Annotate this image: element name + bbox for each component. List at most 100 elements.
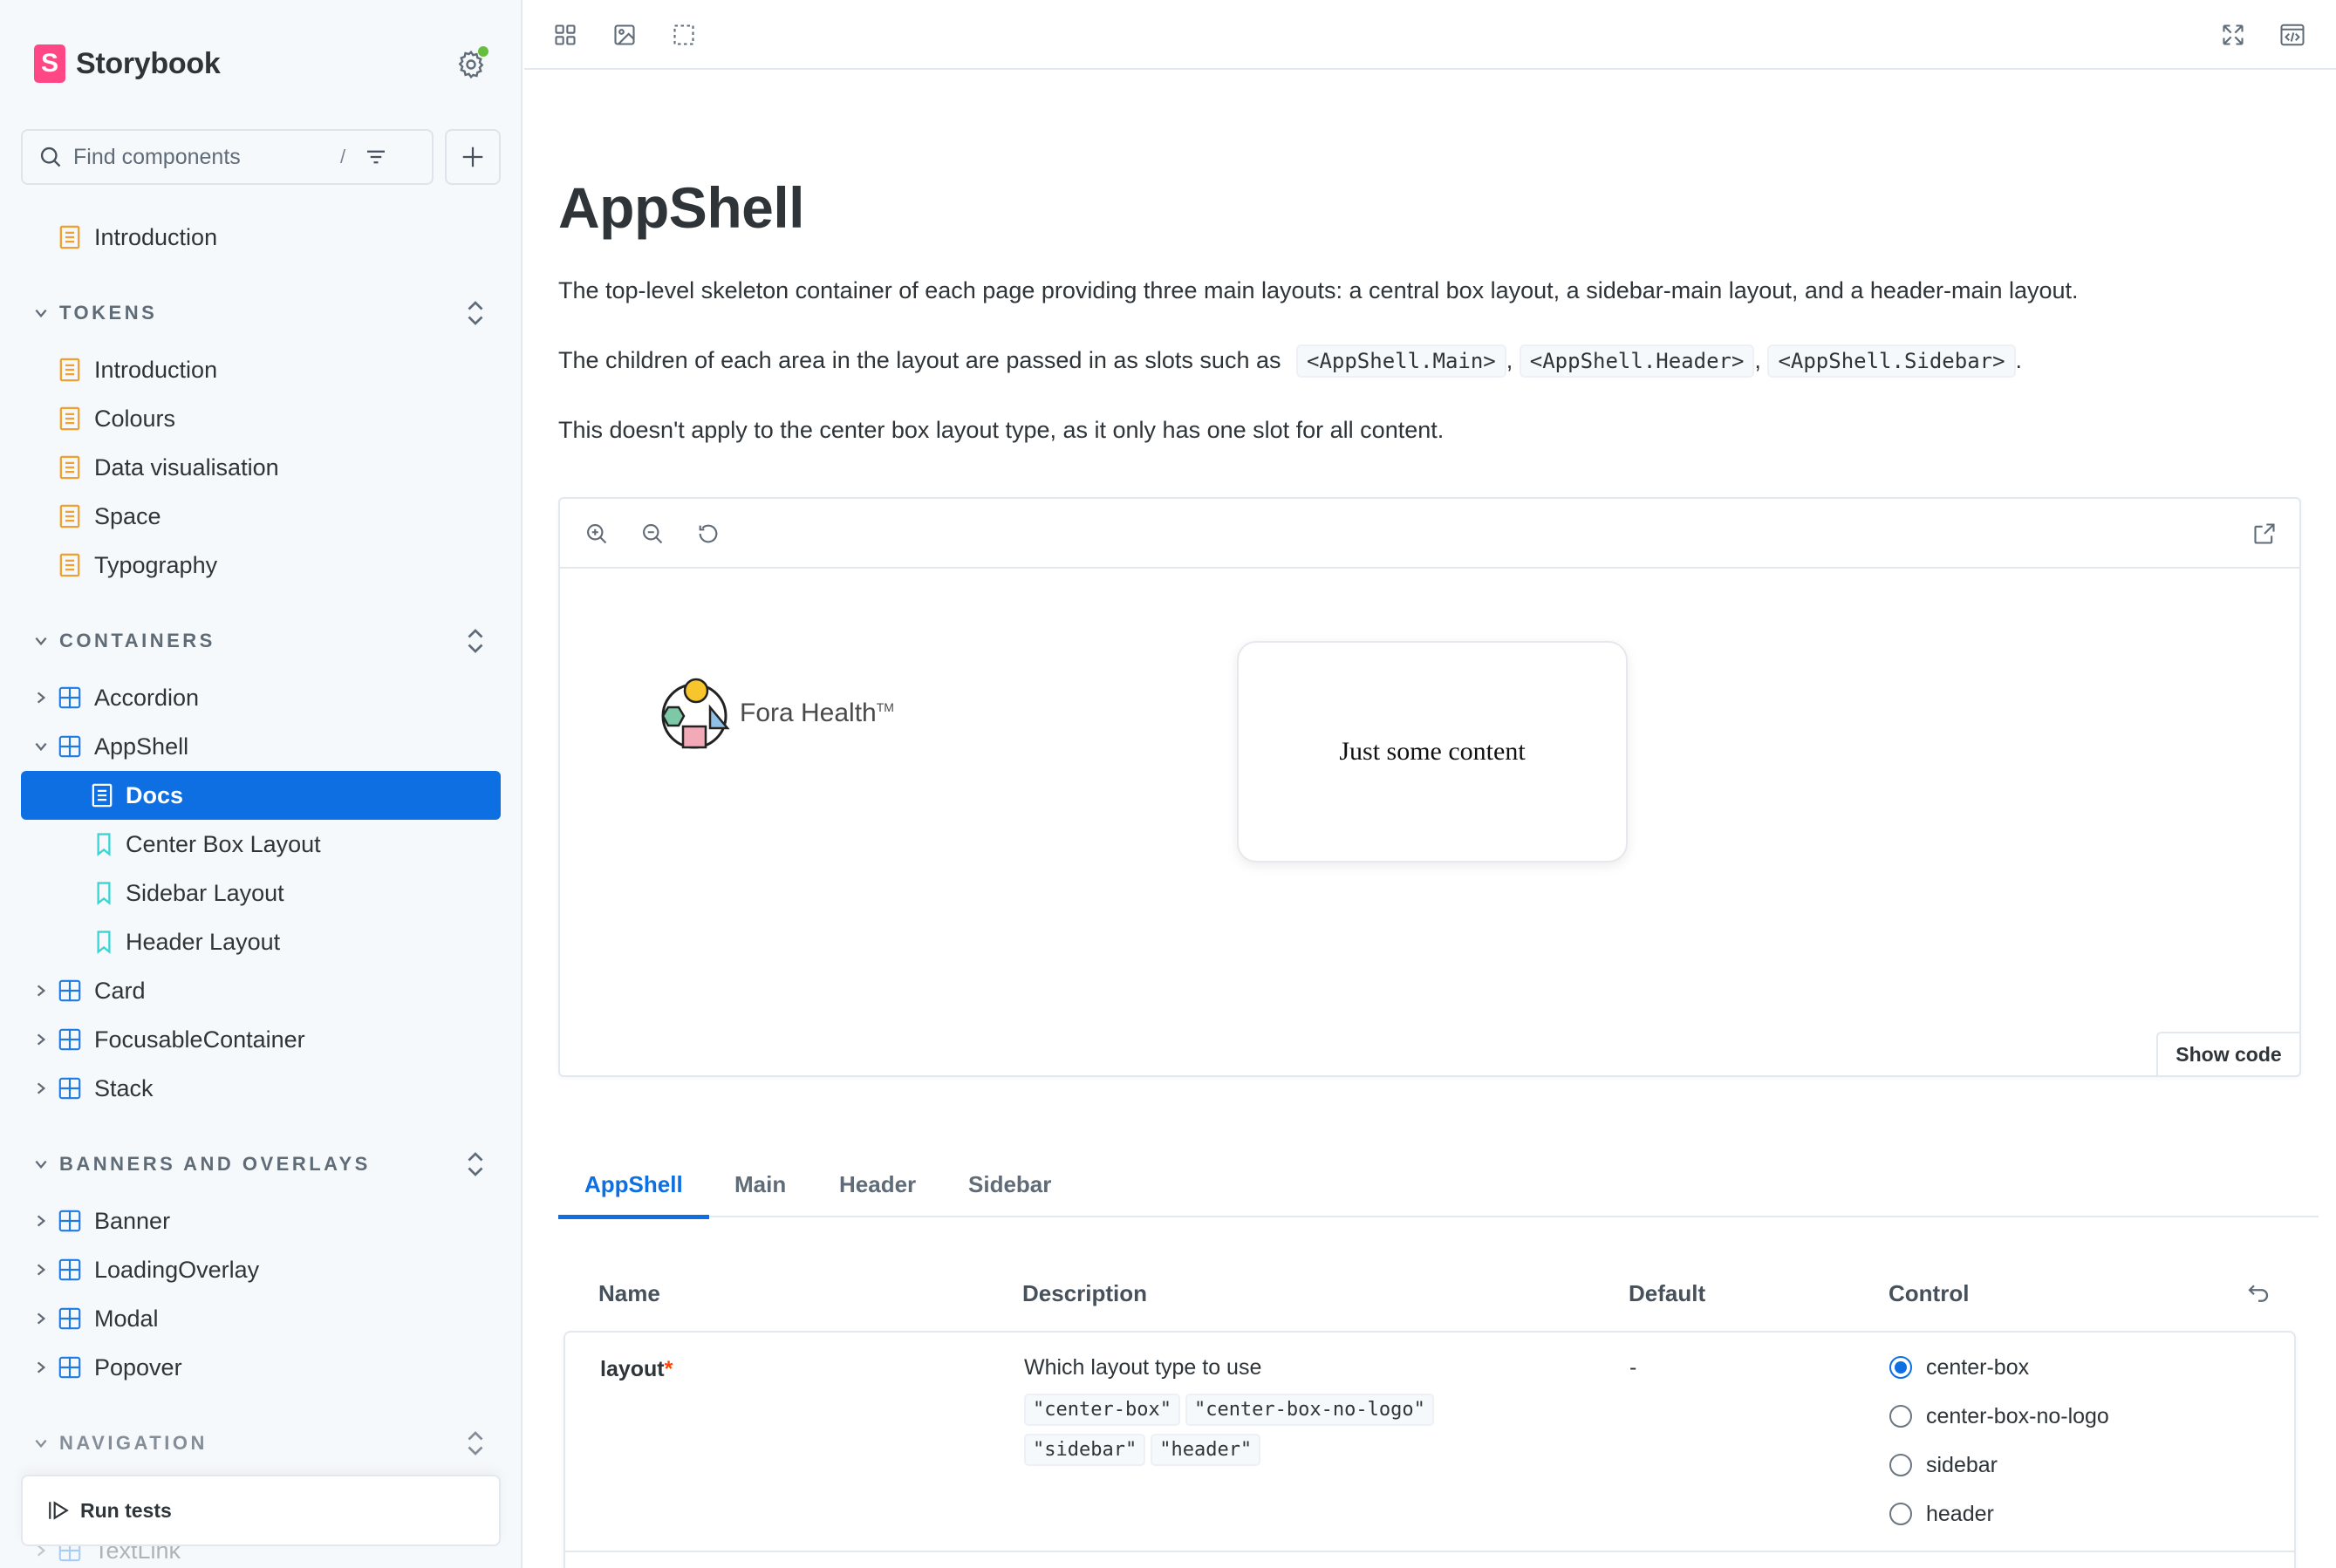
radio-center-box-no-logo[interactable]: center-box-no-logo bbox=[1889, 1399, 2109, 1434]
tab-sidebar[interactable]: Sidebar bbox=[968, 1151, 1051, 1217]
section-navigation[interactable]: NAVIGATION bbox=[21, 1421, 501, 1465]
expand-collapse-icon[interactable] bbox=[464, 1428, 487, 1459]
sidebar-item-introduction[interactable]: Introduction bbox=[21, 213, 501, 262]
sidebar-item-modal[interactable]: Modal bbox=[21, 1294, 501, 1343]
sidebar-item-label: FocusableContainer bbox=[94, 1026, 305, 1053]
sidebar-item-data-visualisation[interactable]: Data visualisation bbox=[21, 443, 501, 492]
separator: . bbox=[2015, 347, 2023, 373]
chevron-down-icon bbox=[35, 742, 47, 752]
chevron-down-icon bbox=[35, 1439, 47, 1449]
section-tokens[interactable]: TOKENS bbox=[21, 291, 501, 335]
sidebar-item-label: Banner bbox=[94, 1207, 171, 1234]
fora-health-logo: Fora HealthTM bbox=[654, 678, 894, 749]
page-title: AppShell bbox=[558, 175, 805, 240]
open-new-tab-button[interactable] bbox=[2247, 516, 2282, 551]
radio-button-checked[interactable] bbox=[1889, 1356, 1912, 1379]
sidebar-item-label: Popover bbox=[94, 1353, 182, 1381]
sidebar-item-tokens-introduction[interactable]: Introduction bbox=[21, 345, 501, 394]
radio-sidebar[interactable]: sidebar bbox=[1889, 1448, 1998, 1483]
radio-button[interactable] bbox=[1889, 1454, 1912, 1476]
slots-text: The children of each area in the layout … bbox=[558, 347, 1281, 373]
reset-zoom-button[interactable] bbox=[691, 516, 726, 551]
zoom-in-button[interactable] bbox=[579, 516, 614, 551]
search-box[interactable]: / bbox=[21, 129, 434, 185]
fullscreen-button[interactable] bbox=[2216, 17, 2251, 52]
sidebar-item-label: Sidebar Layout bbox=[126, 879, 284, 906]
sidebar-item-center-box-layout[interactable]: Center Box Layout bbox=[21, 820, 501, 869]
filter-icon[interactable] bbox=[363, 144, 389, 170]
zoom-out-icon bbox=[643, 524, 663, 544]
sidebar-item-accordion[interactable]: Accordion bbox=[21, 673, 501, 722]
sidebar-item-loadingoverlay[interactable]: LoadingOverlay bbox=[21, 1245, 501, 1294]
open-code-button[interactable] bbox=[2275, 17, 2310, 52]
note-paragraph: This doesn't apply to the center box lay… bbox=[558, 417, 1445, 443]
section-banners-and-overlays[interactable]: BANNERS AND OVERLAYS bbox=[21, 1142, 501, 1186]
row-divider bbox=[565, 1551, 2294, 1552]
radio-button[interactable] bbox=[1889, 1503, 1912, 1525]
sidebar-item-appshell[interactable]: AppShell bbox=[21, 722, 501, 771]
component-icon bbox=[58, 1356, 81, 1379]
sidebar-item-banner[interactable]: Banner bbox=[21, 1196, 501, 1245]
code-icon bbox=[2280, 24, 2305, 46]
column-header-control: Control bbox=[1889, 1280, 1970, 1306]
tab-header[interactable]: Header bbox=[839, 1151, 916, 1217]
sidebar-item-label: Modal bbox=[94, 1305, 159, 1332]
prop-name: layout bbox=[600, 1357, 665, 1381]
args-table: layout* Which layout type to use "center… bbox=[564, 1331, 2296, 1568]
section-title: BANNERS AND OVERLAYS bbox=[59, 1153, 371, 1175]
tab-main[interactable]: Main bbox=[734, 1151, 786, 1217]
grid-toggle-button[interactable] bbox=[548, 17, 583, 52]
content-text: Just some content bbox=[1339, 737, 1526, 766]
fullscreen-icon bbox=[2223, 24, 2244, 45]
brand[interactable]: S Storybook bbox=[34, 44, 221, 84]
component-icon bbox=[58, 1258, 81, 1281]
tab-appshell[interactable]: AppShell bbox=[558, 1151, 709, 1219]
storybook-logo-icon: S bbox=[34, 44, 65, 83]
code-appshell-sidebar: <AppShell.Sidebar> bbox=[1767, 344, 2016, 378]
run-tests-button[interactable]: Run tests bbox=[21, 1475, 501, 1546]
expand-collapse-icon[interactable] bbox=[464, 625, 487, 657]
plus-icon bbox=[462, 147, 483, 167]
image-icon bbox=[614, 24, 635, 45]
sidebar-item-space[interactable]: Space bbox=[21, 492, 501, 541]
sidebar-item-popover[interactable]: Popover bbox=[21, 1343, 501, 1392]
document-icon bbox=[92, 783, 113, 808]
description-paragraph: The top-level skeleton container of each… bbox=[558, 277, 2079, 303]
zoom-out-button[interactable] bbox=[635, 516, 670, 551]
section-containers[interactable]: CONTAINERS bbox=[21, 619, 501, 663]
search-shortcut: / bbox=[340, 146, 346, 167]
expand-collapse-icon[interactable] bbox=[464, 297, 487, 329]
sidebar-item-label: Center Box Layout bbox=[126, 830, 321, 857]
radio-label: center-box-no-logo bbox=[1926, 1403, 2109, 1428]
add-button[interactable] bbox=[445, 129, 501, 185]
type-values-row-2: "sidebar" "header" bbox=[1024, 1434, 1513, 1466]
sidebar-item-sidebar-layout[interactable]: Sidebar Layout bbox=[21, 869, 501, 917]
radio-center-box[interactable]: center-box bbox=[1889, 1350, 2029, 1385]
show-code-button[interactable]: Show code bbox=[2156, 1032, 2301, 1077]
expand-collapse-icon[interactable] bbox=[464, 1149, 487, 1180]
sidebar-item-focusablecontainer[interactable]: FocusableContainer bbox=[21, 1015, 501, 1064]
column-header-name: Name bbox=[598, 1280, 660, 1306]
grid-icon bbox=[555, 24, 576, 45]
separator: , bbox=[1754, 347, 1761, 373]
sidebar-item-stack[interactable]: Stack bbox=[21, 1064, 501, 1113]
background-button[interactable] bbox=[607, 17, 642, 52]
sidebar-item-card[interactable]: Card bbox=[21, 966, 501, 1015]
sidebar-item-colours[interactable]: Colours bbox=[21, 394, 501, 443]
settings-button[interactable] bbox=[455, 46, 488, 80]
preview-toolbar bbox=[560, 499, 2299, 569]
sidebar-item-header-layout[interactable]: Header Layout bbox=[21, 917, 501, 966]
radio-header[interactable]: header bbox=[1889, 1496, 1994, 1531]
outline-button[interactable] bbox=[666, 17, 701, 52]
sidebar-item-docs[interactable]: Docs bbox=[21, 771, 501, 820]
search-input[interactable] bbox=[73, 144, 335, 170]
chevron-down-icon bbox=[35, 1160, 47, 1169]
story-preview: Fora HealthTM Just some content Show cod… bbox=[558, 497, 2301, 1077]
reset-controls-button[interactable] bbox=[2245, 1280, 2273, 1308]
component-icon bbox=[58, 686, 81, 709]
sidebar-item-label: Data visualisation bbox=[94, 453, 279, 481]
radio-button[interactable] bbox=[1889, 1405, 1912, 1428]
sidebar-item-label: AppShell bbox=[94, 733, 189, 760]
sidebar-item-typography[interactable]: Typography bbox=[21, 541, 501, 590]
column-header-default: Default bbox=[1629, 1280, 1706, 1306]
